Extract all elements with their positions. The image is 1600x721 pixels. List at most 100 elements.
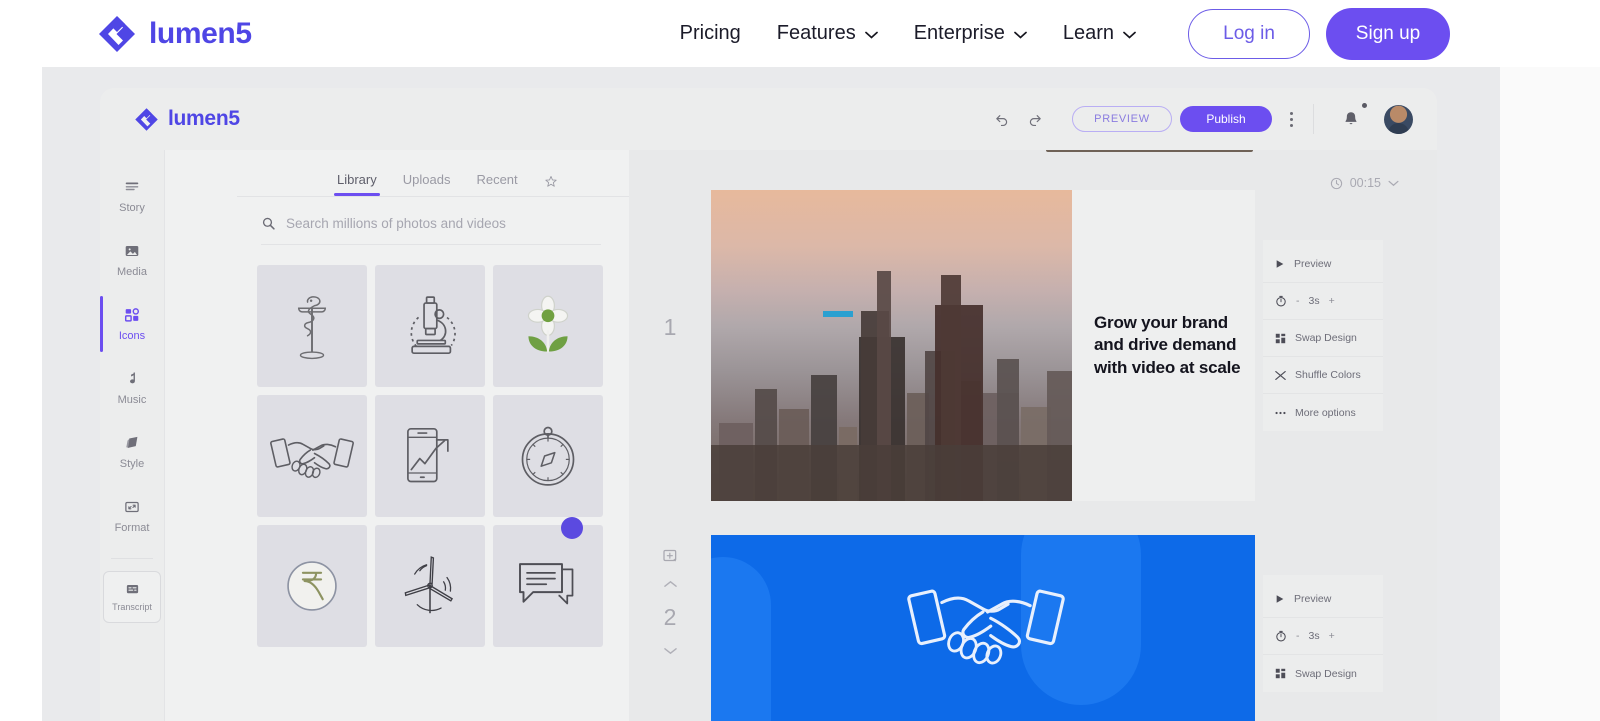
kebab-menu-icon[interactable] <box>1290 111 1293 127</box>
swap-design-icon <box>1275 668 1286 679</box>
timer-icon <box>1275 295 1287 307</box>
tabs-divider <box>237 196 629 197</box>
scene-1-options: Preview - 3s + Swap Design Shuffle Color… <box>1263 240 1383 431</box>
icon-result-microscope[interactable] <box>375 265 485 387</box>
tab-uploads[interactable]: Uploads <box>403 172 451 196</box>
format-frame-icon <box>123 498 141 516</box>
app-brand[interactable]: lumen5 <box>134 107 240 132</box>
shuffle-colors-icon <box>1275 370 1286 381</box>
sidebar-item-transcript[interactable]: Transcript <box>103 571 161 623</box>
login-button[interactable]: Log in <box>1188 8 1311 59</box>
chevron-up-icon[interactable] <box>663 580 677 588</box>
app-brand-label: lumen5 <box>168 107 240 130</box>
icon-result-rupee-coin[interactable] <box>257 525 367 647</box>
icon-result-wind-turbine[interactable] <box>375 525 485 647</box>
scene-number: 2 <box>663 604 677 630</box>
sidebar-item-story[interactable]: Story <box>100 164 164 228</box>
icon-result-compass[interactable] <box>493 395 603 517</box>
preview-button[interactable]: PREVIEW <box>1072 106 1172 132</box>
compass-icon <box>514 422 582 490</box>
city-skyline-sunset-photo <box>711 190 1072 501</box>
publish-button[interactable]: Publish <box>1180 106 1272 132</box>
nav-item-enterprise[interactable]: Enterprise <box>896 22 1045 45</box>
swap-design-button[interactable]: Swap Design <box>1263 320 1383 357</box>
site-brand[interactable]: lumen5 <box>97 14 252 54</box>
swap-design-button[interactable]: Swap Design <box>1263 655 1383 692</box>
site-header: lumen5 Pricing Features Enterprise Learn… <box>0 0 1600 67</box>
option-label: Swap Design <box>1295 667 1357 680</box>
nav-item-learn[interactable]: Learn <box>1045 22 1154 45</box>
icon-result-medical-rod-of-asclepius[interactable] <box>257 265 367 387</box>
bell-icon[interactable] <box>1334 102 1368 136</box>
sidebar-item-label: Story <box>119 202 145 214</box>
scene-1: 1 Grow your brand and drive demand with … <box>629 190 1383 501</box>
icon-result-handshake[interactable] <box>257 395 367 517</box>
scene-duration-stepper[interactable]: - 3s + <box>1263 283 1383 320</box>
panel-tabs: Library Uploads Recent <box>165 150 629 196</box>
scene-headline: Grow your brand and drive demand with vi… <box>1094 312 1241 377</box>
tab-library[interactable]: Library <box>334 172 380 196</box>
clock-icon <box>1330 177 1343 190</box>
app-topbar: lumen5 PREVIEW Publish <box>100 88 1437 150</box>
scene-preview-button[interactable]: Preview <box>1263 246 1383 283</box>
sidebar-item-label: Style <box>119 458 145 470</box>
duration-increase-button[interactable]: + <box>1329 295 1335 307</box>
icon-result-mobile-growth-chart[interactable] <box>375 395 485 517</box>
scene-1-card[interactable]: Grow your brand and drive demand with vi… <box>711 190 1255 501</box>
search-input[interactable]: Search millions of photos and videos <box>261 216 601 245</box>
media-image-icon <box>123 242 141 260</box>
app-topbar-actions: PREVIEW Publish <box>984 88 1413 150</box>
play-icon <box>1275 594 1285 604</box>
timer-icon <box>1275 630 1287 642</box>
auth-actions: Log in Sign up <box>1188 7 1451 60</box>
scene-preview-button[interactable]: Preview <box>1263 581 1383 618</box>
more-options-button[interactable]: More options <box>1263 394 1383 431</box>
chevron-down-icon[interactable] <box>663 647 677 655</box>
stepper-controls: - 3s + <box>1296 295 1335 307</box>
scene-1-text-pane: Grow your brand and drive demand with vi… <box>1072 190 1255 501</box>
signup-button[interactable]: Sign up <box>1326 7 1451 60</box>
nav-item-pricing[interactable]: Pricing <box>662 22 759 45</box>
rupee-coin-icon <box>279 553 345 619</box>
previous-scene-edge <box>1046 150 1253 152</box>
scene-1-gutter: 1 <box>629 190 711 341</box>
app-window: lumen5 PREVIEW Publish Story Media Icons… <box>100 88 1437 721</box>
nav-label: Features <box>776 22 856 44</box>
sidebar-item-music[interactable]: Music <box>100 356 164 420</box>
video-canvas: 00:15 1 Grow your brand and drive demand… <box>629 150 1437 721</box>
duration-decrease-button[interactable]: - <box>1296 630 1300 642</box>
shuffle-colors-button[interactable]: Shuffle Colors <box>1263 357 1383 394</box>
sidebar-item-style[interactable]: Style <box>100 420 164 484</box>
duration-increase-button[interactable]: + <box>1329 630 1335 642</box>
add-scene-icon[interactable] <box>662 549 678 564</box>
notification-badge <box>1362 103 1367 108</box>
redo-icon[interactable] <box>1018 102 1052 136</box>
toolbar-divider <box>1313 104 1314 134</box>
duration-value: 3s <box>1308 295 1320 307</box>
user-avatar[interactable] <box>1384 104 1413 134</box>
duration-label: 00:15 <box>1349 176 1381 190</box>
icon-result-chat-bubbles[interactable] <box>493 517 603 647</box>
handshake-icon <box>270 428 354 484</box>
undo-icon[interactable] <box>984 102 1018 136</box>
scene-duration-stepper[interactable]: - 3s + <box>1263 618 1383 655</box>
transcript-icon <box>124 582 141 597</box>
chat-bubbles-icon <box>513 555 583 617</box>
search-icon <box>261 216 276 231</box>
duration-decrease-button[interactable]: - <box>1296 295 1300 307</box>
app-body: Story Media Icons Music Style Format Tra… <box>100 150 1437 721</box>
sidebar-item-icons[interactable]: Icons <box>100 292 164 356</box>
story-lines-icon <box>123 178 141 196</box>
wind-turbine-icon <box>396 552 464 620</box>
sidebar-item-label: Format <box>114 522 150 534</box>
icon-result-flower-plant[interactable] <box>493 265 603 387</box>
sidebar-item-format[interactable]: Format <box>100 484 164 548</box>
search-placeholder: Search millions of photos and videos <box>286 216 506 231</box>
tab-recent[interactable]: Recent <box>476 172 517 196</box>
chevron-down-icon <box>1014 31 1027 39</box>
sidebar-item-media[interactable]: Media <box>100 228 164 292</box>
star-icon[interactable] <box>544 175 558 196</box>
scene-2-card[interactable] <box>711 535 1255 721</box>
video-duration[interactable]: 00:15 <box>1330 176 1399 190</box>
nav-item-features[interactable]: Features <box>759 22 896 45</box>
